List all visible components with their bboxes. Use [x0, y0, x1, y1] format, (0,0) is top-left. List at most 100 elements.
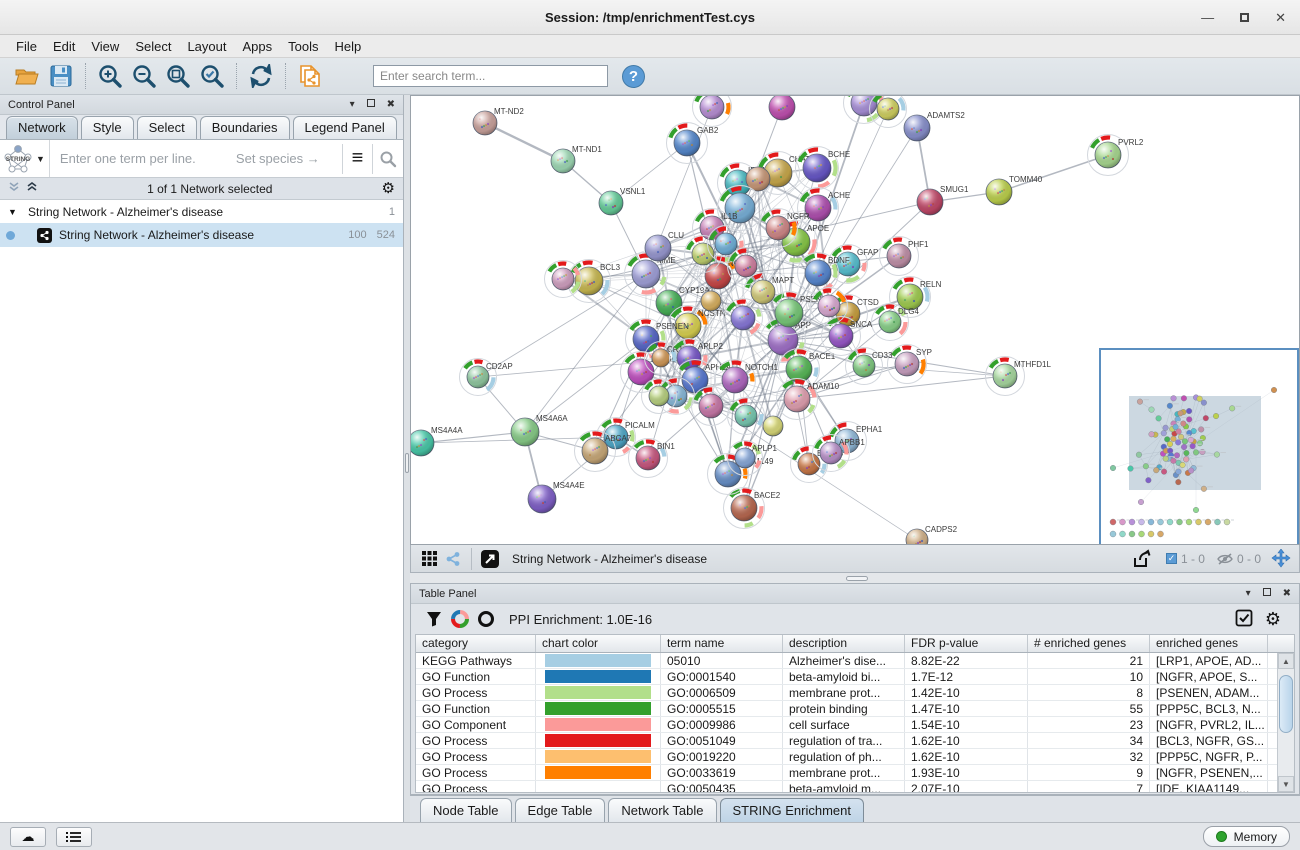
string-search-icon[interactable]	[373, 142, 403, 176]
minimize-button[interactable]: —	[1201, 11, 1214, 24]
network-node-CLU[interactable]: CLU	[645, 231, 684, 261]
network-row-selected[interactable]: String Network - Alzheimer's disease 100…	[0, 223, 403, 247]
float-panel-icon[interactable]	[367, 99, 375, 110]
string-options-icon[interactable]: ≡	[343, 142, 373, 176]
tab-string-enrichment[interactable]: STRING Enrichment	[720, 798, 864, 822]
ring-chart-icon[interactable]	[473, 607, 499, 631]
column-header-chart-color[interactable]: chart color	[536, 635, 661, 652]
maximize-button[interactable]	[1240, 11, 1249, 24]
menu-file[interactable]: File	[8, 35, 45, 58]
menu-apps[interactable]: Apps	[235, 35, 281, 58]
settings-gear-icon[interactable]: ⚙	[1265, 610, 1281, 628]
column-header-enriched-genes[interactable]: enriched genes	[1150, 635, 1268, 652]
column-header-FDR-p-value[interactable]: FDR p-value	[905, 635, 1028, 652]
splitter-handle[interactable]	[405, 453, 409, 473]
table-row[interactable]: GO FunctionGO:0001540beta-amyloid bi...1…	[416, 669, 1294, 685]
select-columns-icon[interactable]	[1235, 609, 1253, 630]
search-input[interactable]	[373, 65, 608, 87]
network-node[interactable]	[769, 96, 795, 120]
refresh-icon[interactable]	[246, 61, 276, 91]
network-node-ADAM10[interactable]: ADAM10	[777, 379, 840, 420]
scroll-up-icon[interactable]: ▲	[1278, 653, 1294, 669]
close-button[interactable]: ✕	[1275, 11, 1286, 24]
network-node-MS4A4E[interactable]: MS4A4E	[528, 481, 585, 513]
zoom-fit-icon[interactable]	[163, 61, 193, 91]
menu-select[interactable]: Select	[127, 35, 179, 58]
open-in-string-icon[interactable]	[478, 548, 502, 570]
network-node-ADAMTS2[interactable]: ADAMTS2	[904, 111, 965, 141]
table-row[interactable]: GO FunctionGO:0005515protein binding1.47…	[416, 701, 1294, 717]
pie-chart-icon[interactable]	[447, 607, 473, 631]
network-node[interactable]	[693, 96, 732, 127]
network-node[interactable]	[701, 291, 721, 311]
task-list-icon[interactable]	[56, 827, 92, 847]
tab-network-table[interactable]: Network Table	[608, 798, 716, 822]
table-row[interactable]: GO ProcessGO:0033619membrane prot...1.93…	[416, 765, 1294, 781]
splitter-handle[interactable]	[846, 576, 868, 581]
collapse-all-icon[interactable]	[8, 181, 20, 196]
zoom-selected-icon[interactable]	[197, 61, 227, 91]
network-node[interactable]	[870, 96, 907, 128]
zoom-out-icon[interactable]	[129, 61, 159, 91]
column-header-category[interactable]: category	[416, 635, 536, 652]
network-node-APBB1[interactable]: APBB1	[813, 435, 866, 472]
birds-eye-navigator[interactable]	[1099, 348, 1299, 545]
network-node-DLG4[interactable]: DLG4	[872, 304, 920, 341]
network-options-gear-icon[interactable]: ⚙	[382, 181, 395, 196]
tab-boundaries[interactable]: Boundaries	[200, 116, 290, 139]
close-panel-icon[interactable]: ✖	[387, 100, 395, 110]
horizontal-splitter[interactable]	[410, 573, 1300, 583]
network-node-MTHFD1L[interactable]: MTHFD1L	[986, 357, 1052, 396]
network-node-MT-ND1[interactable]: MT-ND1	[551, 145, 602, 173]
tab-network[interactable]: Network	[6, 116, 78, 139]
string-share-icon[interactable]	[441, 548, 465, 570]
network-node[interactable]	[763, 416, 783, 436]
filter-icon[interactable]	[421, 607, 447, 631]
menu-edit[interactable]: Edit	[45, 35, 83, 58]
table-row[interactable]: GO ProcessGO:0006509membrane prot...1.42…	[416, 685, 1294, 701]
export-network-icon[interactable]	[295, 61, 325, 91]
column-header-term-name[interactable]: term name	[661, 635, 783, 652]
close-panel-icon[interactable]: ✖	[1283, 589, 1291, 599]
tab-select[interactable]: Select	[137, 116, 197, 139]
table-row[interactable]: GO ProcessGO:0050435beta-amyloid m...2.0…	[416, 781, 1294, 793]
expand-all-icon[interactable]	[26, 181, 38, 196]
network-node-GAB2[interactable]: GAB2	[667, 123, 719, 164]
help-icon[interactable]: ?	[622, 65, 645, 88]
panel-menu-icon[interactable]: ▾	[1246, 589, 1251, 599]
network-node-MME[interactable]: MME	[625, 253, 676, 296]
navigator-toggle-icon[interactable]	[1269, 548, 1293, 570]
save-session-icon[interactable]	[46, 61, 76, 91]
network-node-VSNL1[interactable]: VSNL1	[599, 187, 646, 215]
table-row[interactable]: GO ProcessGO:0051049regulation of tra...…	[416, 733, 1294, 749]
network-node-TOMM40[interactable]: TOMM40	[986, 175, 1043, 205]
table-row[interactable]: GO ProcessGO:0019220regulation of ph...1…	[416, 749, 1294, 765]
tab-style[interactable]: Style	[81, 116, 134, 139]
menu-tools[interactable]: Tools	[280, 35, 326, 58]
grid-mode-icon[interactable]	[417, 548, 441, 570]
network-node-CD2AP[interactable]: CD2AP	[460, 359, 513, 396]
column-header-description[interactable]: description	[783, 635, 905, 652]
collection-expand-icon[interactable]: ▼	[8, 207, 28, 217]
open-session-icon[interactable]	[12, 61, 42, 91]
set-species-label[interactable]: Set species →	[236, 151, 342, 166]
menu-view[interactable]: View	[83, 35, 127, 58]
network-node-PHF1[interactable]: PHF1	[880, 237, 930, 276]
tab-edge-table[interactable]: Edge Table	[515, 798, 606, 822]
panel-menu-icon[interactable]: ▾	[350, 100, 355, 110]
network-canvas[interactable]: MT-ND2MT-ND1VSNL1GAB2IRS1ADAMTS2PVRL2TOM…	[410, 95, 1300, 545]
column-header--enriched-genes[interactable]: # enriched genes	[1028, 635, 1150, 652]
string-source-dropdown-icon[interactable]: ▼	[36, 154, 45, 164]
session-cloud-icon[interactable]: ☁	[10, 827, 46, 847]
menu-layout[interactable]: Layout	[179, 35, 234, 58]
string-logo-icon[interactable]: STRING	[0, 142, 36, 176]
tab-legend-panel[interactable]: Legend Panel	[293, 116, 397, 139]
network-node-SYP[interactable]: SYP	[888, 345, 933, 384]
network-node[interactable]	[724, 299, 763, 338]
scrollbar-thumb[interactable]	[1279, 675, 1293, 733]
float-panel-icon[interactable]	[1263, 588, 1271, 599]
network-collection-row[interactable]: ▼ String Network - Alzheimer's disease 1	[0, 200, 403, 223]
table-row[interactable]: KEGG Pathways05010Alzheimer's dise...8.8…	[416, 653, 1294, 669]
scroll-down-icon[interactable]: ▼	[1278, 776, 1294, 792]
network-node-SMUG1[interactable]: SMUG1	[917, 185, 969, 215]
